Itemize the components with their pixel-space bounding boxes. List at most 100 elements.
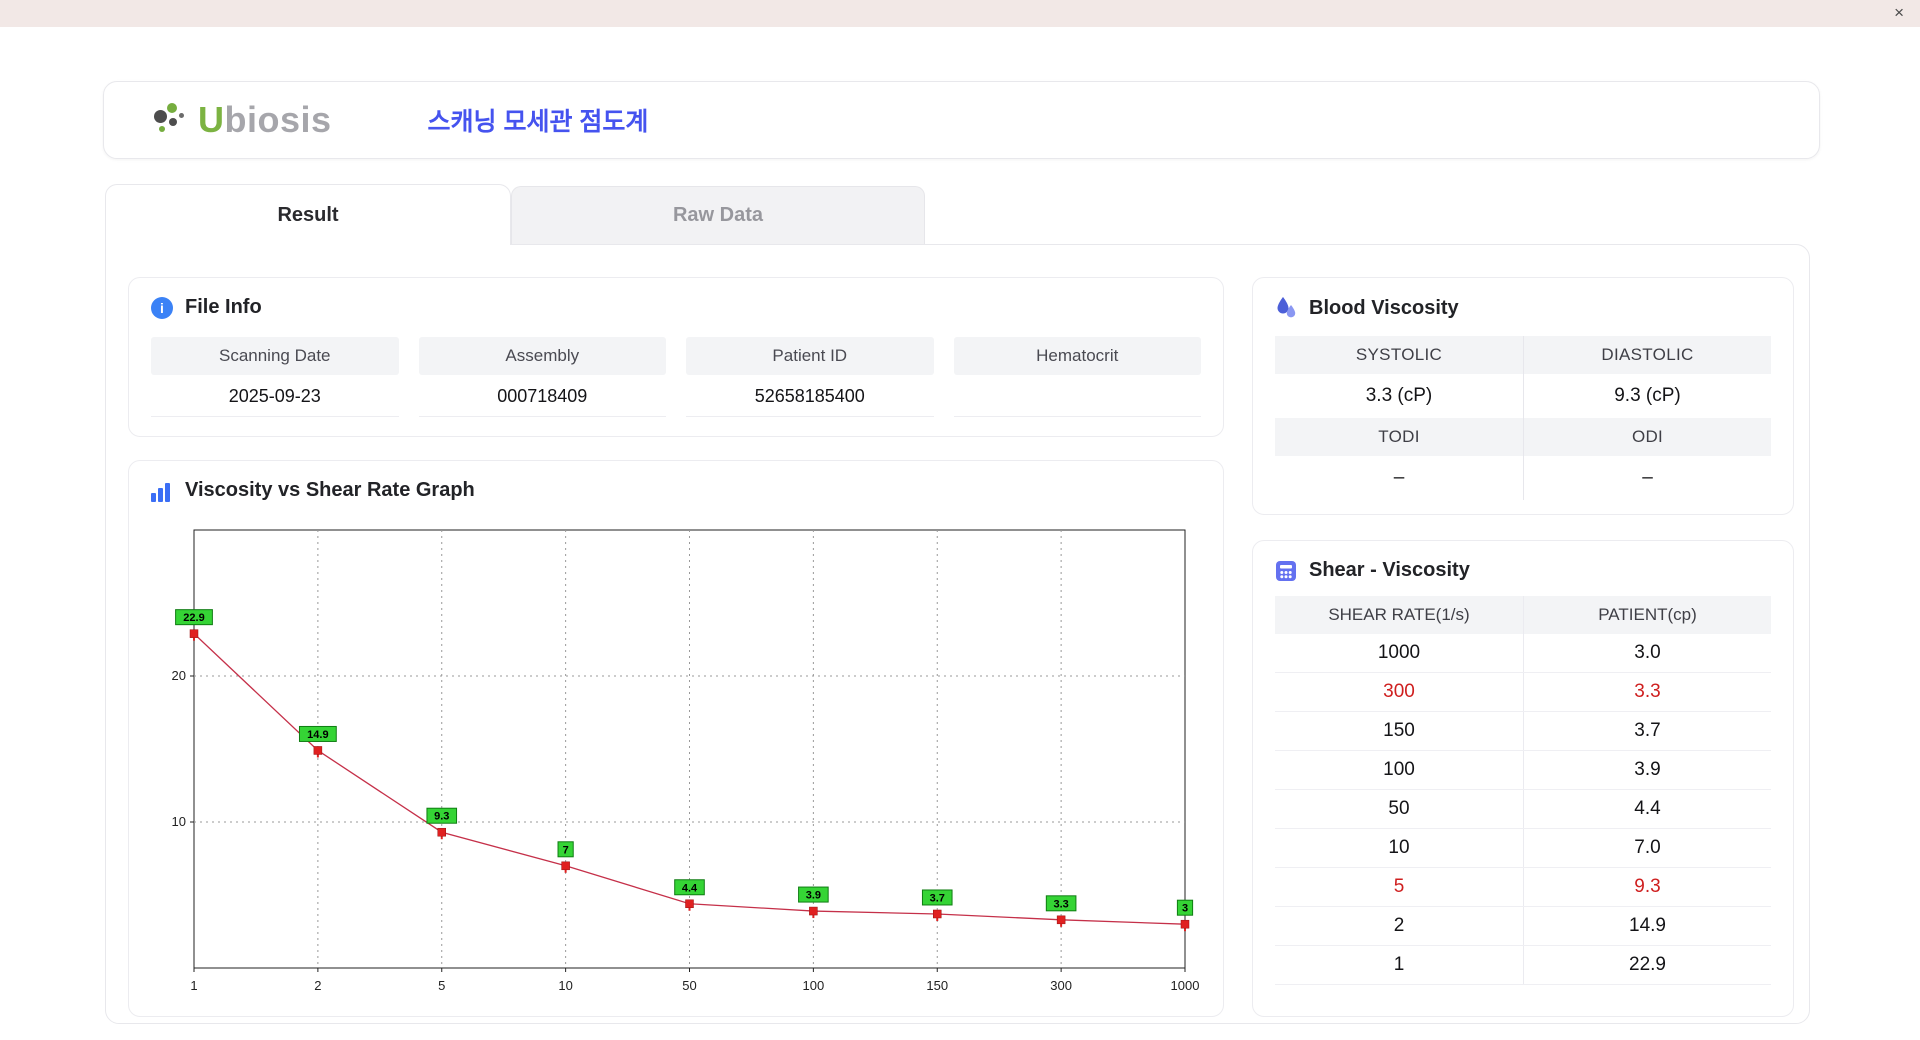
- metric-value-row: 3.3 (cP)9.3 (cP): [1275, 374, 1771, 418]
- svg-text:2: 2: [314, 978, 321, 993]
- metric-value-row: ––: [1275, 456, 1771, 500]
- table-row: 214.9: [1275, 907, 1771, 946]
- metric-label: SYSTOLIC: [1275, 336, 1523, 374]
- graph-header: Viscosity vs Shear Rate Graph: [151, 479, 1201, 502]
- metric-header-row: TODIODI: [1275, 418, 1771, 456]
- patient-cell: 7.0: [1523, 829, 1771, 867]
- shear-rate-cell: 2: [1275, 907, 1523, 945]
- patient-cell: 4.4: [1523, 790, 1771, 828]
- shear-viscosity-header: Shear - Viscosity: [1275, 559, 1771, 582]
- svg-text:10: 10: [558, 978, 572, 993]
- table-row: 1003.9: [1275, 751, 1771, 790]
- svg-text:1000: 1000: [1171, 978, 1200, 993]
- graph-title: Viscosity vs Shear Rate Graph: [185, 479, 475, 502]
- blood-viscosity-panel: Blood Viscosity SYSTOLICDIASTOLIC3.3 (cP…: [1252, 277, 1794, 515]
- metric-label: TODI: [1275, 418, 1523, 456]
- svg-text:150: 150: [926, 978, 948, 993]
- file-info-title: File Info: [185, 296, 262, 319]
- bar-chart-icon: [151, 480, 173, 502]
- field-value: 52658185400: [686, 375, 934, 417]
- svg-text:5: 5: [438, 978, 445, 993]
- shear-viscosity-panel: Shear - Viscosity SHEAR RATE(1/s)PATIENT…: [1252, 540, 1794, 1017]
- column-header: SHEAR RATE(1/s): [1275, 596, 1523, 634]
- field-label: Assembly: [419, 337, 667, 375]
- column-header: PATIENT(cp): [1523, 596, 1771, 634]
- chart-area: 10 20 1 2 5 10 50 100 150 300 1000 22.9 14.9 9.3 7 4.4 3…: [151, 516, 1201, 1007]
- page-title: 스캐닝 모세관 점도계: [428, 102, 649, 138]
- graph-panel: Viscosity vs Shear Rate Graph 10 20 1 2 5 10 5…: [128, 460, 1224, 1017]
- field-value: 2025-09-23: [151, 375, 399, 417]
- svg-text:22.9: 22.9: [183, 612, 204, 624]
- shear-rate-cell: 150: [1275, 712, 1523, 750]
- file-info-fields: Scanning Date2025-09-23Assembly000718409…: [151, 337, 1201, 417]
- svg-text:7: 7: [563, 844, 569, 856]
- patient-cell: 22.9: [1523, 946, 1771, 984]
- file-info-field: Patient ID52658185400: [686, 337, 934, 417]
- table-row: 3003.3: [1275, 673, 1771, 712]
- metric-label: ODI: [1523, 418, 1771, 456]
- ubiosis-logo: Ubiosis: [152, 99, 332, 141]
- table-row: 1503.7: [1275, 712, 1771, 751]
- table-row: 122.9: [1275, 946, 1771, 985]
- metric-header-row: SYSTOLICDIASTOLIC: [1275, 336, 1771, 374]
- field-value: [954, 375, 1202, 417]
- file-info-field: Assembly000718409: [419, 337, 667, 417]
- svg-text:3.9: 3.9: [806, 890, 821, 902]
- viscosity-chart: 10 20 1 2 5 10 50 100 150 300 1000 22.9 14.9 9.3 7 4.4 3…: [151, 516, 1203, 1002]
- tab-raw-data[interactable]: Raw Data: [511, 186, 925, 244]
- logo-dots-icon: [152, 101, 188, 139]
- blood-viscosity-title: Blood Viscosity: [1309, 297, 1459, 320]
- metric-value: 3.3 (cP): [1275, 374, 1523, 418]
- file-info-panel: i File Info Scanning Date2025-09-23Assem…: [128, 277, 1224, 437]
- metric-value: 9.3 (cP): [1523, 374, 1771, 418]
- shear-rate-cell: 10: [1275, 829, 1523, 867]
- table-row: 59.3: [1275, 868, 1771, 907]
- svg-text:3.7: 3.7: [930, 892, 945, 904]
- patient-cell: 14.9: [1523, 907, 1771, 945]
- svg-text:3.3: 3.3: [1053, 898, 1068, 910]
- tab-result-label: Result: [277, 204, 338, 227]
- svg-text:4.4: 4.4: [682, 882, 698, 894]
- shear-rate-cell: 1000: [1275, 634, 1523, 672]
- tab-result[interactable]: Result: [105, 184, 511, 245]
- shear-viscosity-table: SHEAR RATE(1/s)PATIENT(cp)10003.03003.31…: [1275, 596, 1771, 985]
- svg-text:50: 50: [682, 978, 696, 993]
- blood-viscosity-header: Blood Viscosity: [1275, 296, 1771, 320]
- svg-text:9.3: 9.3: [434, 811, 449, 823]
- svg-text:3: 3: [1182, 903, 1188, 915]
- svg-text:20: 20: [172, 668, 186, 683]
- svg-text:1: 1: [190, 978, 197, 993]
- svg-text:14.9: 14.9: [307, 729, 328, 741]
- blood-viscosity-grid: SYSTOLICDIASTOLIC3.3 (cP)9.3 (cP)TODIODI…: [1275, 336, 1771, 500]
- file-info-field: Scanning Date2025-09-23: [151, 337, 399, 417]
- logo-text: Ubiosis: [198, 99, 332, 141]
- field-label: Scanning Date: [151, 337, 399, 375]
- field-label: Patient ID: [686, 337, 934, 375]
- content-panel: i File Info Scanning Date2025-09-23Assem…: [105, 244, 1810, 1024]
- file-info-field: Hematocrit: [954, 337, 1202, 417]
- shear-rate-cell: 50: [1275, 790, 1523, 828]
- logo-text-u: U: [198, 99, 225, 140]
- table-row: 504.4: [1275, 790, 1771, 829]
- field-label: Hematocrit: [954, 337, 1202, 375]
- metric-label: DIASTOLIC: [1523, 336, 1771, 374]
- svg-text:300: 300: [1050, 978, 1072, 993]
- patient-cell: 3.9: [1523, 751, 1771, 789]
- logo-text-rest: biosis: [225, 99, 332, 140]
- svg-text:100: 100: [803, 978, 825, 993]
- shear-rate-cell: 100: [1275, 751, 1523, 789]
- svg-text:10: 10: [172, 814, 186, 829]
- window-titlebar: ×: [0, 0, 1920, 27]
- patient-cell: 3.7: [1523, 712, 1771, 750]
- file-info-header: i File Info: [151, 296, 1201, 319]
- table-row: 107.0: [1275, 829, 1771, 868]
- calculator-icon: [1275, 560, 1297, 582]
- shear-rate-cell: 5: [1275, 868, 1523, 906]
- window-close-button[interactable]: ×: [1894, 3, 1904, 23]
- table-header-row: SHEAR RATE(1/s)PATIENT(cp): [1275, 596, 1771, 634]
- field-value: 000718409: [419, 375, 667, 417]
- metric-value: –: [1523, 456, 1771, 500]
- info-icon: i: [151, 297, 173, 319]
- shear-rate-cell: 300: [1275, 673, 1523, 711]
- patient-cell: 9.3: [1523, 868, 1771, 906]
